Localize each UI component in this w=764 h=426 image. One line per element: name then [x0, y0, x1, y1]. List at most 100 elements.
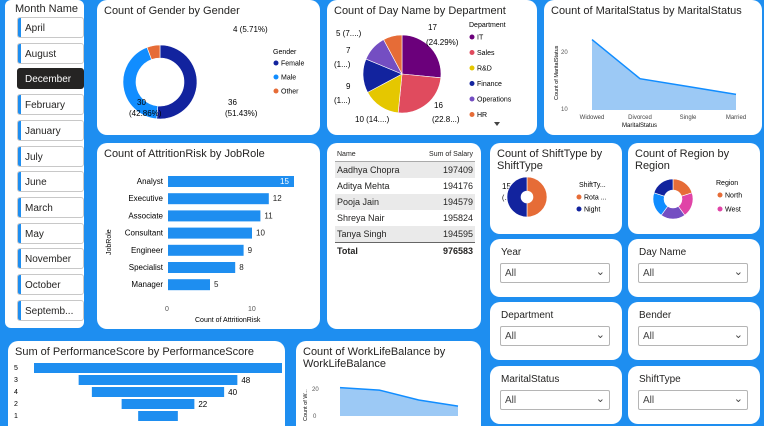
dept-label-17-pct: (24.29%): [426, 38, 459, 47]
month-slicer-item-label: May: [25, 228, 44, 240]
salary-value-cell: 197409: [415, 161, 475, 178]
perf-bar[interactable]: [78, 375, 238, 385]
month-slicer-item-label: June: [25, 177, 47, 189]
marital-y-tick-20: 20: [561, 50, 568, 56]
department-filter-dropdown[interactable]: All ⌄: [500, 326, 610, 346]
gender-label-other: 4 (5.71%): [233, 25, 268, 34]
month-slicer-item[interactable]: November: [17, 248, 84, 270]
month-slicer-item[interactable]: April: [17, 17, 84, 38]
attrition-bar[interactable]: [168, 262, 236, 273]
table-row[interactable]: Shreya Nair 195824: [335, 210, 475, 226]
department-filter-card: Department All ⌄: [490, 302, 622, 360]
shift-slice-0[interactable]: [526, 176, 548, 218]
gender-legend-item[interactable]: Other: [281, 89, 299, 96]
attrition-x-tick-10: 10: [248, 306, 256, 313]
gender-legend-title: Gender: [273, 49, 297, 56]
perf-data-label: 48: [241, 376, 250, 385]
month-slicer-item[interactable]: August: [17, 42, 84, 64]
dept-legend-item[interactable]: HR: [477, 112, 487, 119]
dept-label-7-pct: (1...): [334, 60, 351, 69]
table-row[interactable]: Tanya Singh 194595: [335, 226, 475, 243]
region-legend-item[interactable]: West: [725, 207, 741, 214]
attrition-bar[interactable]: [168, 279, 210, 291]
salary-value-cell: 194176: [442, 181, 473, 191]
gender-slice-0[interactable]: [156, 44, 198, 120]
gender-legend-item[interactable]: Female: [281, 61, 304, 68]
perf-bar[interactable]: [121, 399, 195, 409]
department-filter-value: All: [505, 331, 517, 342]
dept-legend-marker: [469, 65, 475, 71]
perf-bar[interactable]: [34, 363, 282, 373]
gender-chart: 4 (5.71%) 30 (42.86%) 36 (51.43%) Gender…: [122, 25, 304, 120]
chevron-down-icon: ⌄: [595, 329, 605, 341]
region-slice-4[interactable]: [653, 178, 674, 197]
dept-legend-item[interactable]: R&D: [477, 66, 492, 73]
table-row[interactable]: Aadhya Chopra 197409: [335, 161, 475, 178]
year-filter-dropdown[interactable]: All ⌄: [500, 263, 610, 283]
attrition-bar[interactable]: [168, 193, 269, 205]
month-slicer-item[interactable]: May: [17, 222, 84, 244]
shift-legend-item[interactable]: Night: [584, 207, 600, 214]
shift-legend-item[interactable]: Rota ...: [584, 195, 607, 202]
month-slicer-item[interactable]: June: [17, 171, 84, 193]
month-slicer-item-label: August: [25, 48, 57, 60]
day-name-filter-card: Day Name All ⌄: [628, 239, 760, 297]
perf-category-label: 5: [14, 365, 18, 372]
gender-legend-item[interactable]: Male: [281, 75, 296, 82]
marital-x-axis-title: MaritalStatus: [622, 123, 657, 129]
gender-label-female-count: 36: [228, 98, 237, 107]
gender-legend-marker: [273, 74, 279, 80]
dept-legend-marker: [469, 112, 475, 117]
month-slicer-item[interactable]: October: [17, 274, 84, 295]
perf-bar[interactable]: [91, 387, 225, 397]
marital-y-tick-10: 10: [561, 107, 568, 113]
gender-legend-marker: [273, 88, 279, 94]
month-slicer-item[interactable]: Septemb...: [17, 299, 84, 321]
month-slicer-item[interactable]: February: [17, 94, 84, 116]
dept-legend-item[interactable]: Operations: [477, 97, 512, 104]
perf-data-label: 22: [198, 400, 207, 409]
month-slicer-item[interactable]: December: [17, 68, 84, 90]
region-legend-item[interactable]: North: [725, 193, 742, 200]
attrition-bar[interactable]: [168, 176, 294, 187]
dept-legend-item[interactable]: Finance: [477, 81, 502, 88]
month-slicer-title: Month Name: [15, 3, 78, 15]
slicer-item-accent: [18, 120, 21, 140]
shift-filter-dropdown[interactable]: All ⌄: [638, 390, 748, 410]
legend-scroll-down-icon[interactable]: [494, 122, 500, 126]
attrition-bar[interactable]: [168, 227, 252, 239]
marital-x-tick: Single: [680, 115, 697, 121]
dept-legend-marker: [469, 50, 475, 55]
table-row[interactable]: Pooja Jain 194579: [335, 194, 475, 210]
slicer-item-accent: [18, 43, 21, 63]
year-filter-title: Year: [501, 247, 522, 258]
perf-bar[interactable]: [138, 411, 178, 421]
salary-col-sum[interactable]: Sum of Salary: [415, 149, 475, 162]
month-slicer-item[interactable]: January: [17, 119, 84, 141]
gender-filter-dropdown[interactable]: All ⌄: [638, 326, 748, 346]
table-row[interactable]: Aditya Mehta 194176: [335, 178, 475, 194]
month-slicer-item[interactable]: March: [17, 196, 84, 218]
month-slicer-item-label: April: [25, 23, 46, 34]
chevron-down-icon: ⌄: [733, 266, 743, 278]
shift-legend-title: ShiftTy...: [579, 182, 606, 189]
month-slicer-item[interactable]: July: [17, 145, 84, 167]
salary-col-name[interactable]: Name: [335, 149, 416, 162]
gender-filter-value: All: [643, 331, 655, 342]
attrition-bar[interactable]: [168, 244, 244, 256]
day-name-filter-dropdown[interactable]: All ⌄: [638, 263, 748, 283]
attrition-x-axis-title: Count of AttritionRisk: [195, 317, 261, 324]
marital-filter-title: MaritalStatus: [501, 374, 560, 385]
attrition-data-label: 12: [273, 194, 282, 203]
marital-filter-dropdown[interactable]: All ⌄: [500, 390, 610, 410]
slicer-item-accent: [18, 300, 21, 320]
dept-legend-item[interactable]: Sales: [477, 50, 495, 57]
chevron-down-icon: ⌄: [595, 266, 605, 278]
dept-label-9-pct: (1...): [334, 96, 351, 105]
attrition-bar[interactable]: [168, 210, 261, 222]
dept-legend-item[interactable]: IT: [477, 35, 484, 42]
attrition-y-tick: Analyst: [137, 177, 164, 186]
shift-chart: 15 (...) ShiftTy... Rota ...Night: [502, 176, 607, 218]
shift-legend-marker: [576, 194, 582, 200]
wlb-y-tick-20: 20: [312, 387, 319, 393]
